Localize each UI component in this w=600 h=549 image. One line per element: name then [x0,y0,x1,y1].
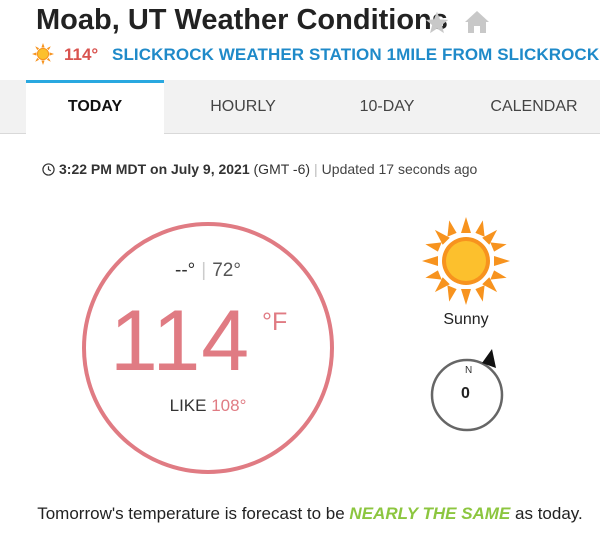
timezone-label: (GMT -6) [253,161,311,177]
clock-icon [42,163,55,176]
page-header: Moab, UT Weather Conditions 114° SLICKRO… [0,0,600,80]
current-temp-small: 114° [64,45,99,64]
wind-direction-label: N [465,365,473,376]
tab-calendar[interactable]: CALENDAR [468,80,600,134]
current-temperature: 114 [110,293,251,389]
timestamp-separator: | [314,161,318,177]
feels-like: LIKE 108° [86,396,330,416]
updated-label: Updated 17 seconds ago [321,161,478,177]
forecast-summary: Tomorrow's temperature is forecast to be… [30,500,590,528]
page-title: Moab, UT Weather Conditions [36,4,448,36]
observation-timestamp: 3:22 PM MDT on July 9, 2021 (GMT -6) | Upd… [42,161,477,177]
forecast-suffix: as today. [510,504,583,523]
sun-icon [422,217,510,305]
feels-like-value: 108° [211,396,247,415]
feels-like-label: LIKE [169,396,207,415]
condition-label: Sunny [443,311,489,328]
sun-icon [32,43,54,65]
forecast-highlight: NEARLY THE SAME [349,504,511,523]
observation-time: 3:22 PM MDT on July 9, 2021 [59,161,250,177]
high-low: --° | 72° [86,260,330,282]
high-temp: --° [175,260,196,281]
tab-bar: TODAY HOURLY 10-DAY CALENDAR [0,80,600,135]
tab-hourly[interactable]: HOURLY [178,80,308,134]
compass-icon [430,349,504,432]
station-link[interactable]: SLICKROCK WEATHER STATION 1MILE FROM SLI… [112,45,599,65]
temperature-unit[interactable]: °F [262,308,287,337]
forecast-prefix: Tomorrow's temperature is forecast to be [37,504,350,523]
home-icon[interactable] [464,10,490,34]
station-bar: 114° SLICKROCK WEATHER STATION 1MILE FRO… [32,42,600,66]
low-temp: 72° [212,260,241,281]
wind-speed: 0 [461,385,470,402]
tab-today[interactable]: TODAY [26,80,164,135]
temperature-dial: --° | 72° 114 °F LIKE 108° [82,222,334,474]
tab-10-day[interactable]: 10-DAY [322,80,452,134]
star-icon[interactable] [424,10,450,36]
high-low-separator: | [201,260,207,281]
